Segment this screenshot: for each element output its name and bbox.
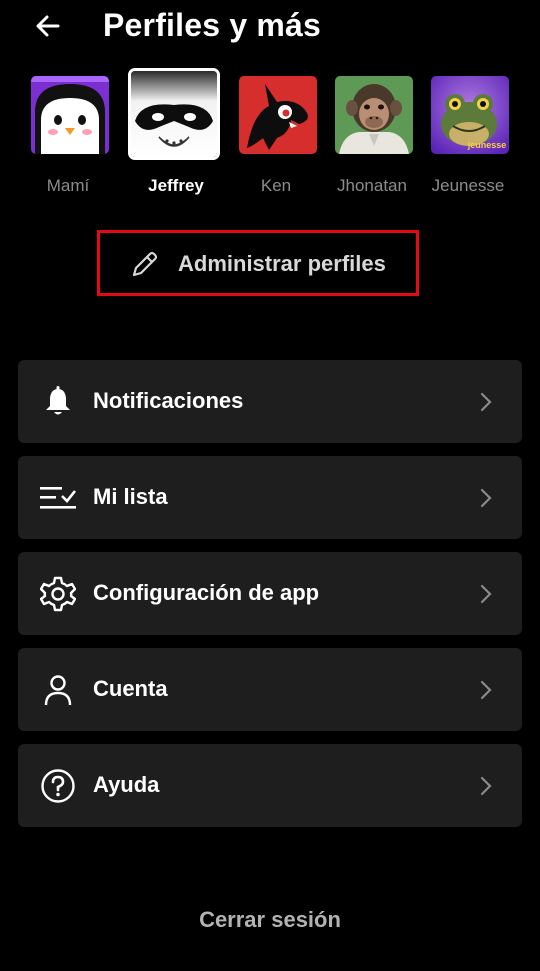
profile-mami[interactable]: Mamí: [20, 68, 116, 204]
menu-item-label: Ayuda: [93, 772, 160, 797]
profile-jeunesse[interactable]: jeunesse Jeunesse: [420, 68, 516, 204]
menu-item-notifications[interactable]: Notificaciones: [18, 360, 522, 443]
chimp-avatar: [335, 76, 413, 154]
person-icon: [38, 670, 78, 710]
pencil-icon: [132, 251, 158, 277]
menu-item-label: Cuenta: [93, 676, 168, 701]
profile-selector: Mamí Jeffrey Ken Jhonatan jeunesse Jeune…: [0, 68, 540, 204]
gear-icon: [38, 574, 78, 614]
settings-menu: Notificaciones Mi lista Configuración de…: [18, 360, 522, 840]
logout-button[interactable]: Cerrar sesión: [0, 905, 540, 935]
frog-avatar: jeunesse: [431, 76, 509, 154]
menu-item-label: Configuración de app: [93, 580, 320, 605]
penguin-avatar: [31, 76, 109, 154]
profile-name: Jeffrey: [148, 176, 204, 195]
profile-ken[interactable]: Ken: [228, 68, 324, 204]
chevron-right-icon: [480, 392, 492, 412]
chevron-right-icon: [480, 584, 492, 604]
chevron-right-icon: [480, 776, 492, 796]
chevron-right-icon: [480, 680, 492, 700]
raccoon-mask-avatar: [128, 68, 220, 160]
page-title: Perfiles y más: [103, 7, 322, 43]
profile-jeffrey[interactable]: Jeffrey: [128, 68, 224, 204]
bell-icon: [38, 382, 78, 422]
menu-item-help[interactable]: Ayuda: [18, 744, 522, 827]
black-creature-avatar: [239, 76, 317, 154]
menu-item-app-settings[interactable]: Configuración de app: [18, 552, 522, 635]
manage-profiles-button[interactable]: Administrar perfiles: [97, 230, 419, 296]
back-button[interactable]: [30, 8, 66, 44]
jeunesse-badge: jeunesse: [467, 140, 507, 150]
profile-name: Mamí: [46, 176, 90, 195]
menu-item-label: Notificaciones: [93, 388, 244, 413]
list-check-icon: [38, 478, 78, 518]
menu-item-account[interactable]: Cuenta: [18, 648, 522, 731]
menu-item-label: Mi lista: [93, 484, 168, 509]
chevron-right-icon: [480, 488, 492, 508]
manage-profiles-label: Administrar perfiles: [178, 251, 386, 276]
help-circle-icon: [38, 766, 78, 806]
profile-name: Jeunesse: [431, 176, 505, 195]
header: Perfiles y más: [0, 0, 540, 56]
profile-jhonatan[interactable]: Jhonatan: [324, 68, 420, 204]
menu-item-my-list[interactable]: Mi lista: [18, 456, 522, 539]
arrow-left-icon: [36, 15, 60, 37]
